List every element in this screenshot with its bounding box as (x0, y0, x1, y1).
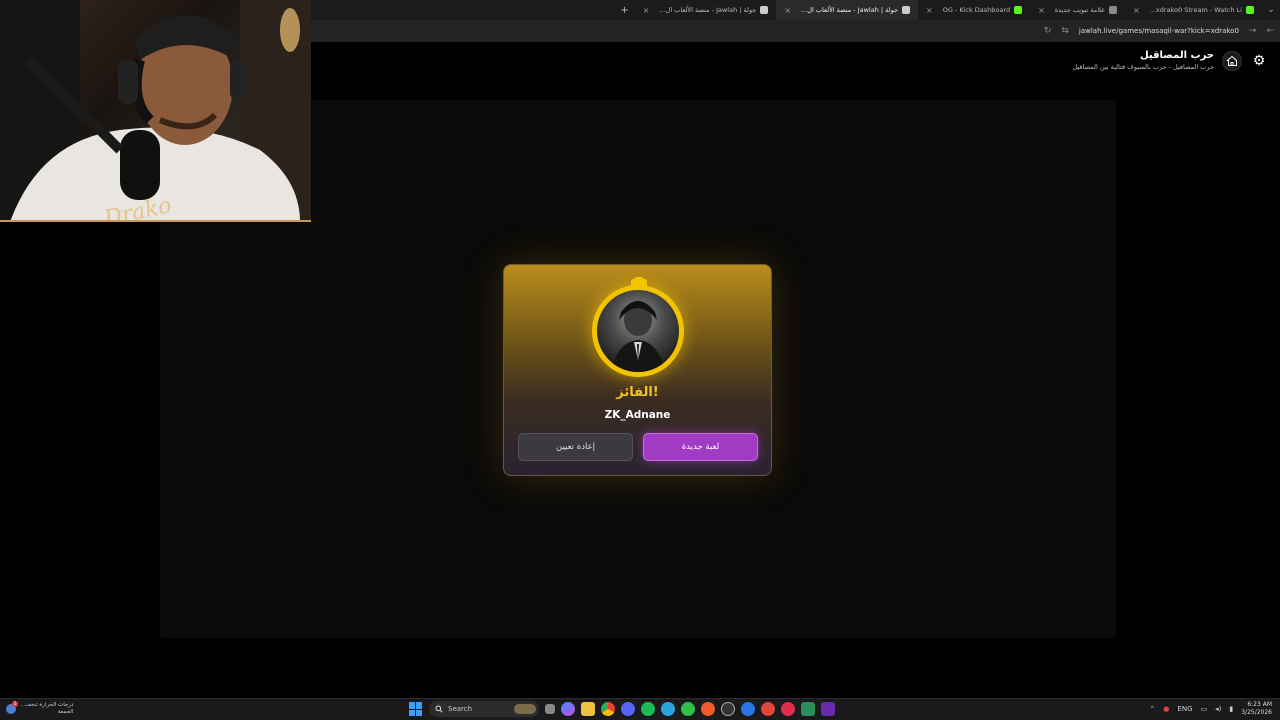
tab-close-icon[interactable]: × (1133, 6, 1140, 15)
tab-close-icon[interactable]: × (926, 6, 933, 15)
tab-close-icon[interactable]: × (1038, 6, 1045, 15)
winner-name: ZK_Adnane (604, 409, 671, 421)
tab-favicon-icon (760, 6, 769, 14)
brave-icon[interactable] (701, 702, 715, 716)
new-game-button[interactable]: لعبة جديدة (643, 433, 758, 461)
tab-title: جولة | Jawlah - منصة الألعاب ال... (659, 6, 757, 14)
reset-button[interactable]: إعادة تعيين (518, 433, 633, 461)
tray-overflow-icon[interactable]: ⌃ (1149, 705, 1155, 713)
taskbar: درجات الحرارة تنخف... الجمعة 1 Search ⌃ … (0, 698, 1280, 720)
clock-date: 3/25/2026 (1241, 709, 1272, 716)
site-header: ⚙ حرب المصاقيل حرب المصاقيل - حرب بالسيو… (1073, 50, 1268, 71)
language-indicator[interactable]: ENG (1177, 705, 1192, 713)
browser-tab[interactable]: OG - Kick Dashboard × (918, 0, 1030, 20)
battery-icon[interactable]: ▮ (1229, 705, 1233, 713)
tab-list-chevron-icon[interactable]: ⌄ (1262, 5, 1280, 15)
app-blue-icon[interactable] (741, 702, 755, 716)
menu-icon[interactable]: ⇆ (1061, 26, 1069, 36)
back-icon[interactable]: ← (1266, 26, 1274, 36)
tab-favicon-icon (1246, 6, 1254, 14)
app-red-icon[interactable] (761, 702, 775, 716)
weather-day: الجمعة (57, 709, 74, 715)
search-highlight-icon (514, 704, 536, 714)
weather-text: درجات الحرارة تنخف... (20, 702, 74, 708)
tab-title: OG - Kick Dashboard (942, 6, 1011, 14)
new-tab-button[interactable]: + (614, 5, 634, 16)
tab-favicon-icon (1109, 6, 1118, 14)
winner-label: الفائز! (616, 385, 659, 400)
system-tray: ⌃ ● ENG ▭ ◂) ▮ 6:23 AM 3/25/2026 (1149, 701, 1272, 717)
tab-close-icon[interactable]: × (643, 6, 650, 15)
taskbar-search[interactable]: Search (429, 701, 539, 717)
winner-avatar (597, 290, 679, 372)
tab-favicon-icon (1014, 6, 1023, 14)
home-icon (1226, 55, 1237, 66)
app-purple-icon[interactable] (821, 702, 835, 716)
xbox-icon[interactable] (681, 702, 695, 716)
browser-tab[interactable]: جولة | Jawlah - منصة الألعاب ال... × (635, 0, 777, 20)
taskbar-apps: Search (409, 701, 835, 717)
url-field[interactable]: jawlah.live/games/masaqil-war?kick=xdrak… (1079, 27, 1239, 35)
winner-dialog: الفائز! ZK_Adnane إعادة تعيين لعبة جديدة (503, 264, 772, 476)
weather-icon: 1 (6, 701, 18, 714)
windows-start-icon[interactable] (409, 702, 423, 716)
tab-title: جولة | Jawlah - منصة الألعاب ال... (801, 6, 898, 14)
tab-favicon-icon (902, 6, 910, 14)
tab-title: xdrako0 Stream - Watch Li... (1149, 6, 1242, 14)
microphone-icon[interactable]: ● (1163, 705, 1169, 713)
tab-close-icon[interactable]: × (784, 6, 791, 15)
volume-icon[interactable]: ◂) (1215, 705, 1221, 713)
game-title: حرب المصاقيل (1139, 50, 1214, 61)
search-icon (435, 705, 443, 713)
settings-gear-icon[interactable]: ⚙ (1250, 52, 1268, 70)
browser-tab[interactable]: علامة تبويب جديدة × (1030, 0, 1125, 20)
clock[interactable]: 6:23 AM 3/25/2026 (1241, 701, 1272, 717)
obs-icon[interactable] (721, 702, 735, 716)
browser-tab[interactable]: جولة | Jawlah - منصة الألعاب ال... × (776, 0, 918, 20)
network-icon[interactable]: ▭ (1201, 705, 1208, 713)
file-explorer-icon[interactable] (581, 702, 595, 716)
tab-title: علامة تبويب جديدة (1054, 6, 1106, 14)
chrome-icon[interactable] (601, 702, 615, 716)
avatar-figure-icon (611, 301, 665, 372)
telegram-icon[interactable] (661, 702, 675, 716)
task-view-icon[interactable] (545, 704, 555, 714)
clock-time: 6:23 AM (1247, 701, 1272, 708)
webcam-overlay: Drako (0, 0, 311, 222)
app-green-icon[interactable] (801, 702, 815, 716)
home-button[interactable] (1222, 50, 1242, 71)
forward-icon[interactable]: → (1249, 26, 1257, 36)
streamer-figure-icon (0, 0, 311, 220)
spotify-icon[interactable] (641, 702, 655, 716)
weather-widget[interactable]: درجات الحرارة تنخف... الجمعة 1 (6, 701, 74, 716)
weather-badge: 1 (12, 701, 18, 707)
game-subtitle: حرب المصاقيل - حرب بالسيوف قتالية بين ال… (1072, 63, 1214, 71)
search-label: Search (448, 705, 473, 713)
reload-icon[interactable]: ↻ (1044, 26, 1052, 36)
app-play-icon[interactable] (781, 702, 795, 716)
winner-avatar-ring (592, 285, 684, 377)
discord-icon[interactable] (621, 702, 635, 716)
browser-tab[interactable]: xdrako0 Stream - Watch Li... × (1125, 0, 1262, 20)
copilot-icon[interactable] (561, 702, 575, 716)
